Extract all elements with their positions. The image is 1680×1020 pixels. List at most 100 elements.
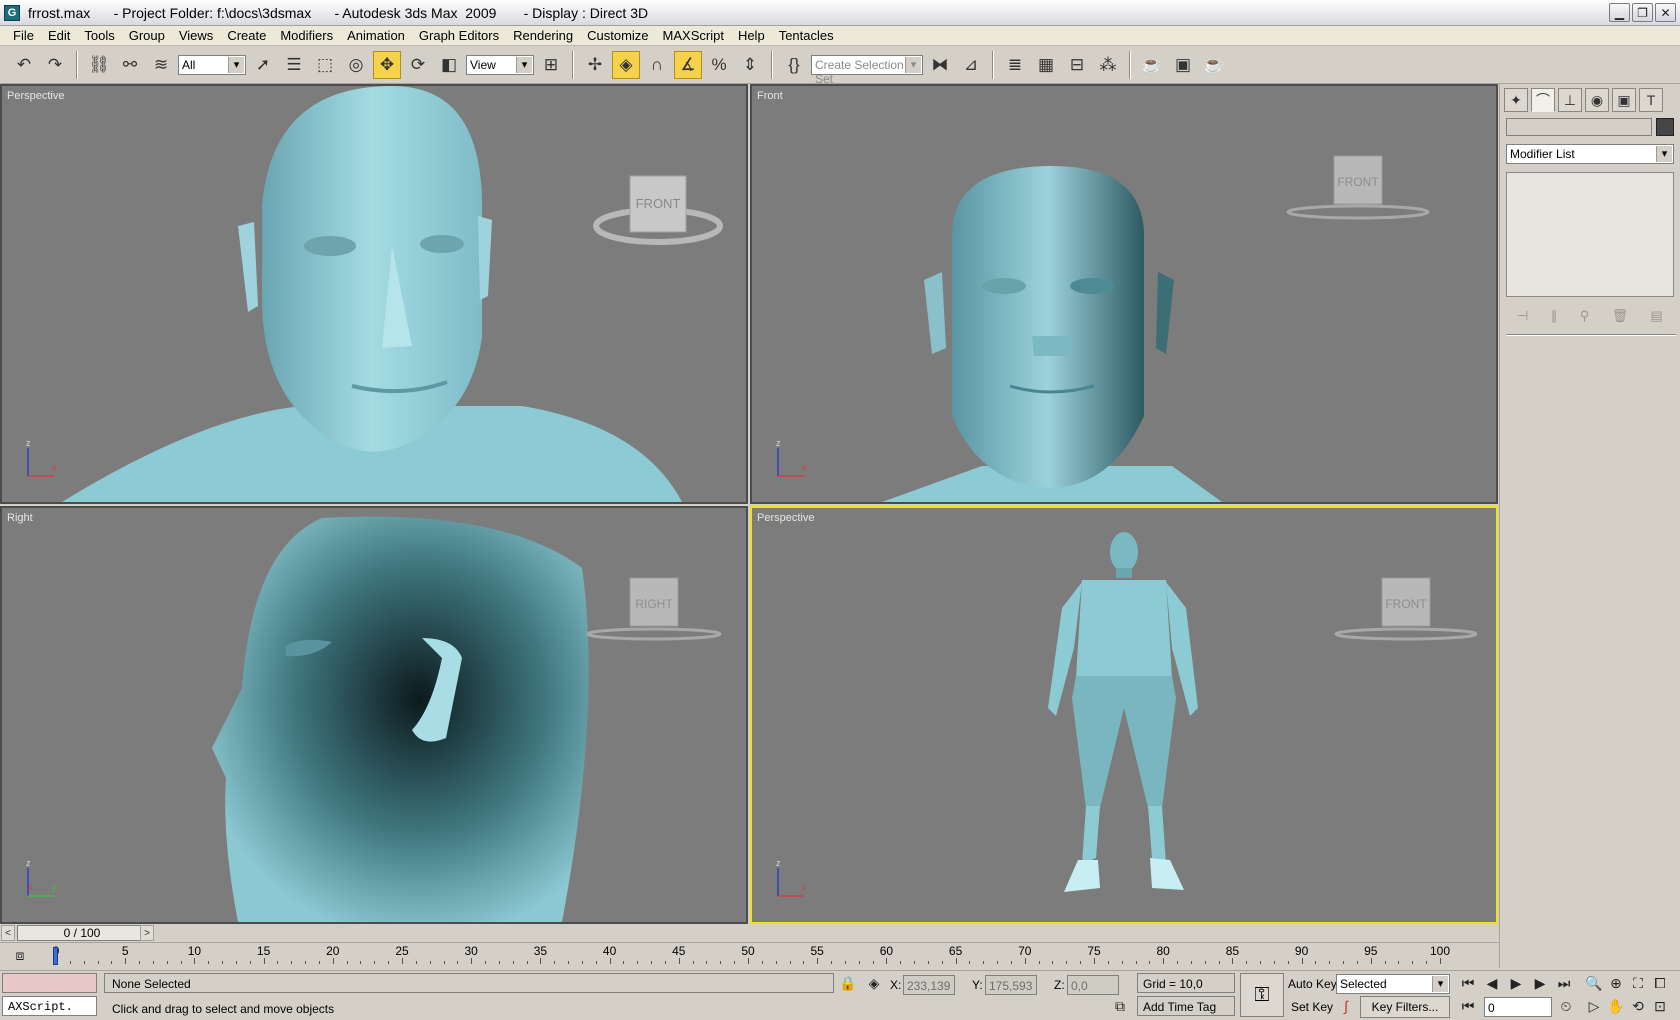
align-icon[interactable]: ⊿ [957,51,985,79]
menu-file[interactable]: File [6,28,41,43]
zoom-extents-icon[interactable]: ⛶ [1628,975,1648,992]
key-mode-toggle-icon[interactable]: ⏮ [1458,998,1478,1015]
maxscript-listener-top[interactable] [2,973,97,993]
quick-render-icon[interactable]: ☕ [1200,51,1228,79]
menu-group[interactable]: Group [122,28,172,43]
select-object-icon[interactable]: ➚ [249,51,277,79]
y-coordinate-field[interactable]: 175,593 [985,975,1037,995]
window-crossing-icon[interactable]: ◎ [342,51,370,79]
pan-view-icon[interactable]: ✋ [1606,998,1626,1015]
time-slider-thumb[interactable]: 0 / 100 [17,925,147,941]
open-mini-curve-editor-icon[interactable]: ⧈ [10,947,30,964]
zoom-all-icon[interactable]: ⊕ [1606,975,1626,992]
configure-sets-icon[interactable]: ▤ [1650,308,1662,324]
named-selection-set-dropdown[interactable]: Create Selection Set [811,54,923,86]
spinner-snap-icon[interactable]: ⇕ [736,51,764,79]
set-key-toggle-icon[interactable]: ⚿ [1240,973,1284,1017]
curve-editor-icon[interactable]: ▦ [1032,51,1060,79]
current-frame-marker[interactable] [53,947,58,965]
select-by-name-icon[interactable]: ☰ [280,51,308,79]
modifier-list-dropdown[interactable]: Modifier List [1506,144,1674,164]
select-and-move-icon[interactable]: ✥ [373,50,401,79]
current-frame-field[interactable]: 0 [1484,997,1552,1017]
set-key-button[interactable]: Set Key [1291,1000,1333,1014]
auto-key-button[interactable]: Auto Key [1288,977,1337,991]
manipulate-icon[interactable]: ✢ [581,51,609,79]
utilities-tab-icon[interactable]: T [1639,88,1663,112]
motion-tab-icon[interactable]: ◉ [1585,88,1609,112]
maximize-viewport-icon[interactable]: ⊡ [1650,998,1670,1015]
time-configuration-icon[interactable]: ⏲ [1556,998,1576,1015]
redo-icon[interactable]: ↷ [41,51,69,79]
zoom-icon[interactable]: 🔍 [1584,975,1604,992]
rendered-frame-window-icon[interactable]: ▣ [1169,51,1197,79]
viewport-label[interactable]: Right [7,512,33,524]
field-of-view-icon[interactable]: ▷ [1584,998,1604,1015]
go-to-start-icon[interactable]: ⏮ [1458,975,1478,992]
hierarchy-tab-icon[interactable]: ⊥ [1558,88,1582,112]
unlink-icon[interactable]: ⚯ [116,51,144,79]
zoom-extents-all-icon[interactable]: ⧠ [1650,975,1670,992]
menu-help[interactable]: Help [731,28,772,43]
object-name-field[interactable] [1506,118,1652,136]
viewport-label[interactable]: Perspective [7,90,64,102]
previous-frame-icon[interactable]: ◀ [1482,975,1502,992]
menu-rendering[interactable]: Rendering [506,28,580,43]
modify-tab-icon[interactable]: ⌒ [1531,88,1555,112]
menu-views[interactable]: Views [172,28,220,43]
viewport-label[interactable]: Perspective [757,512,814,524]
bind-space-warp-icon[interactable]: ≋ [147,51,175,79]
show-end-result-icon[interactable]: ∥ [1551,308,1558,324]
menu-maxscript[interactable]: MAXScript [656,28,731,43]
selection-filter-dropdown[interactable]: All [178,54,246,75]
snaps-toggle-icon[interactable]: ∩ [643,51,671,79]
key-mode-dropdown[interactable]: Selected [1336,974,1450,994]
restore-icon[interactable]: ❐ [1632,3,1653,22]
viewport-perspective-bottom-right[interactable]: FRONT Perspective z x [750,506,1498,924]
percent-snap-icon[interactable]: % [705,51,733,79]
menu-animation[interactable]: Animation [340,28,412,43]
object-color-swatch[interactable] [1656,118,1674,136]
menu-modifiers[interactable]: Modifiers [273,28,340,43]
menu-tentacles[interactable]: Tentacles [772,28,841,43]
maxscript-listener-bottom[interactable]: AXScript. [2,996,97,1016]
material-editor-icon[interactable]: ⁂ [1094,51,1122,79]
rectangular-selection-icon[interactable]: ⬚ [311,51,339,79]
remove-modifier-icon[interactable]: 🗑 [1612,308,1629,324]
make-unique-icon[interactable]: ⚲ [1580,308,1590,324]
default-in-out-tangents-icon[interactable]: ∫ [1336,998,1356,1014]
viewport-front-top-right[interactable]: FRONT Front z x [750,84,1498,504]
key-filters-button[interactable]: Key Filters... [1360,996,1450,1018]
time-slider-prev-arrow[interactable]: < [1,925,15,941]
edit-named-selection-icon[interactable]: {} [780,51,808,79]
next-frame-icon[interactable]: ▶ [1530,975,1550,992]
time-slider-next-arrow[interactable]: > [140,925,154,941]
select-and-scale-icon[interactable]: ◧ [435,51,463,79]
time-slider[interactable]: < 0 / 100 > [0,924,1499,942]
menu-create[interactable]: Create [220,28,273,43]
track-bar[interactable]: ⧈ 05101520253035404550556065707580859095… [0,942,1499,968]
go-to-end-icon[interactable]: ⏭ [1554,975,1574,992]
selection-lock-icon[interactable]: 🔒 [838,975,858,992]
layer-manager-icon[interactable]: ≣ [1001,51,1029,79]
orbit-icon[interactable]: ⟲ [1628,998,1648,1015]
display-tab-icon[interactable]: ▣ [1612,88,1636,112]
play-icon[interactable]: ▶ [1506,975,1526,992]
x-coordinate-field[interactable]: 233,139 [903,975,955,995]
add-time-tag-button[interactable]: Add Time Tag [1137,996,1235,1016]
select-and-rotate-icon[interactable]: ⟳ [404,51,432,79]
schematic-view-icon[interactable]: ⊟ [1063,51,1091,79]
minimize-icon[interactable]: ▁ [1609,3,1630,22]
pin-stack-icon[interactable]: ⊣ [1517,308,1528,324]
keyboard-shortcut-override-icon[interactable]: ◈ [612,50,640,79]
menu-edit[interactable]: Edit [41,28,77,43]
reference-coordinate-dropdown[interactable]: View [466,54,534,75]
modifier-stack[interactable] [1506,172,1674,297]
viewport-label[interactable]: Front [757,90,783,102]
viewport-perspective-top-left[interactable]: FRONT Perspective z x [0,84,748,504]
pivot-center-icon[interactable]: ⊞ [537,51,565,79]
link-icon[interactable]: ⛓ [85,51,113,79]
z-coordinate-field[interactable]: 0,0 [1067,975,1119,995]
menu-customize[interactable]: Customize [580,28,655,43]
viewport-right-bottom-left[interactable]: RIGHT Right z x y [0,506,748,924]
